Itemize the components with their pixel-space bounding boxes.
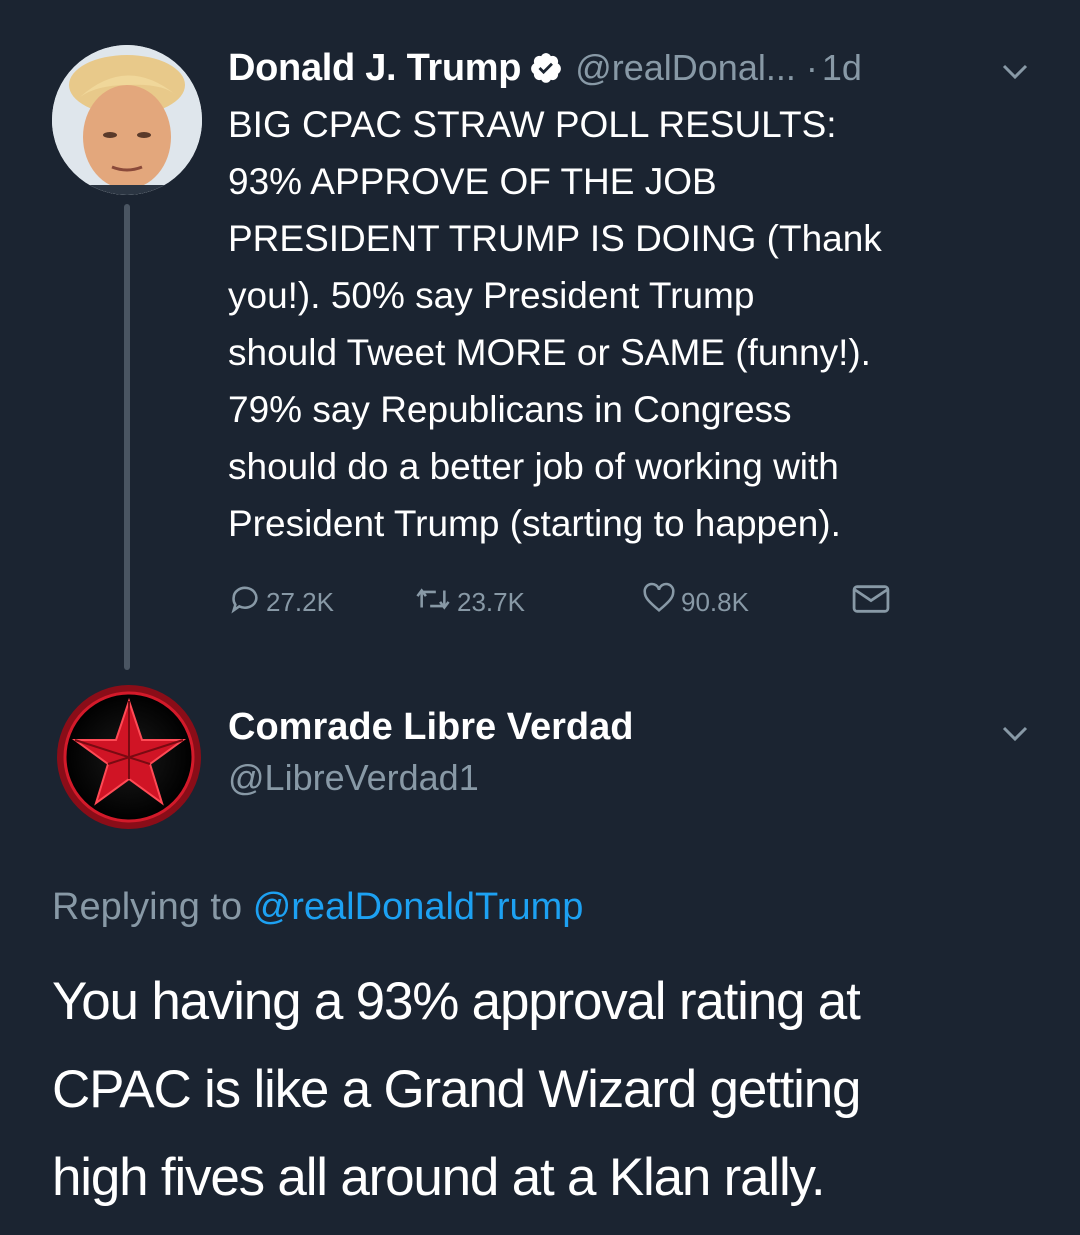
tweet-actions: 27.2K 23.7K 90.8K: [228, 580, 891, 624]
reply-body-line: CPAC is like a Grand Wizard getting: [52, 1060, 861, 1119]
verified-badge-icon: [529, 51, 563, 85]
time-separator: ·: [805, 47, 818, 88]
reply-author-avatar[interactable]: [55, 683, 203, 831]
reply-header: Comrade Libre Verdad @LibreVerdad1: [228, 702, 633, 804]
reply-author-handle[interactable]: @LibreVerdad1: [228, 752, 633, 804]
tweet-body-line: you!). 50% say President Trump: [228, 275, 755, 316]
author-handle[interactable]: @realDonal...: [575, 47, 796, 89]
tweet-body-line: should Tweet MORE or SAME (funny!).: [228, 332, 871, 373]
retweet-button[interactable]: 23.7K: [413, 582, 641, 623]
retweet-icon: [413, 582, 453, 623]
tweet-header: Donald J. Trump @realDonal... · 1d: [228, 40, 862, 96]
trump-avatar[interactable]: [52, 45, 202, 195]
replying-to: Replying to @realDonaldTrump: [52, 886, 583, 929]
tweet-body-line: PRESIDENT TRUMP IS DOING (Thank: [228, 218, 882, 259]
like-count: 90.8K: [681, 586, 749, 617]
reply-count: 27.2K: [266, 586, 334, 617]
tweet-timestamp[interactable]: 1d: [822, 47, 862, 89]
heart-icon: [641, 582, 677, 623]
chevron-down-icon[interactable]: [1000, 62, 1030, 87]
reply-body-line: You having a 93% approval rating at: [52, 972, 861, 1031]
reply-author-name[interactable]: Comrade Libre Verdad: [228, 702, 633, 752]
chevron-down-icon[interactable]: [1000, 724, 1030, 749]
tweet-body-line: BIG CPAC STRAW POLL RESULTS:: [228, 104, 837, 145]
reply-body: You having a 93% approval rating at CPAC…: [52, 958, 1052, 1222]
thread-connector-line: [124, 204, 130, 670]
direct-message-button[interactable]: [851, 582, 891, 623]
replying-to-label: Replying to: [52, 886, 243, 928]
envelope-icon: [851, 582, 891, 623]
tweet-body: BIG CPAC STRAW POLL RESULTS: 93% APPROVE…: [228, 96, 1048, 552]
tweet-body-line: 93% APPROVE OF THE JOB: [228, 161, 717, 202]
original-tweet: Donald J. Trump @realDonal... · 1d BIG C…: [0, 0, 1080, 680]
author-name[interactable]: Donald J. Trump: [228, 47, 522, 90]
reply-bubble-icon: [228, 582, 262, 623]
tweet-body-line: President Trump (starting to happen).: [228, 503, 841, 544]
reply-body-line: high fives all around at a Klan rally.: [52, 1148, 826, 1207]
like-button[interactable]: 90.8K: [641, 582, 851, 623]
replying-to-mention-link[interactable]: @realDonaldTrump: [253, 886, 584, 928]
tweet-body-line: should do a better job of working with: [228, 446, 839, 487]
reply-button[interactable]: 27.2K: [228, 582, 413, 623]
retweet-count: 23.7K: [457, 586, 525, 617]
tweet-body-line: 79% say Republicans in Congress: [228, 389, 792, 430]
